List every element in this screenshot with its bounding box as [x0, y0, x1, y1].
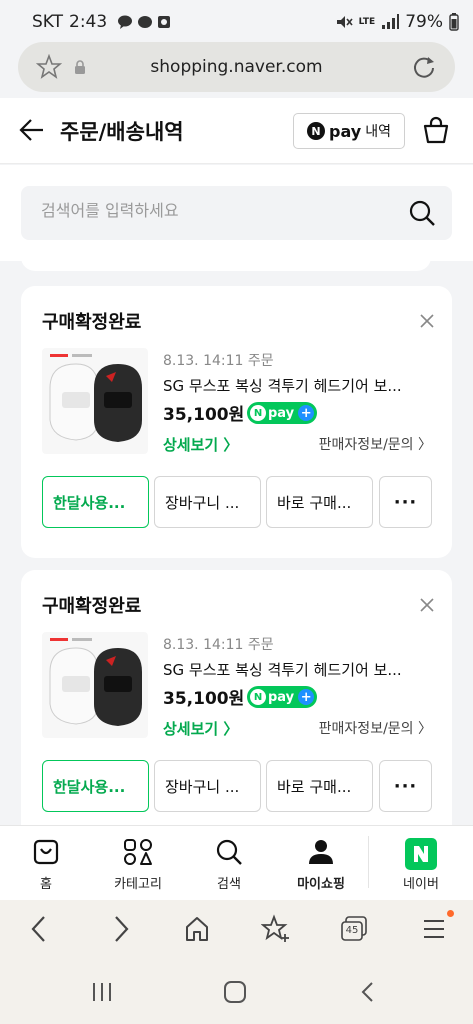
app-icon: [158, 16, 171, 28]
tab-naver[interactable]: 네이버: [376, 826, 466, 901]
npay-badge-label: pay: [268, 405, 295, 421]
talk-icon: [118, 15, 133, 29]
tabs-button[interactable]: 45: [340, 914, 368, 944]
address-bar[interactable]: shopping.naver.com: [18, 42, 455, 92]
chat-icon: [138, 16, 153, 28]
order-list[interactable]: 구매확정완료 8.13. 14:11 주문 SG 무스포 복싱 격투기 헤드기어…: [0, 261, 473, 825]
recent-apps-icon[interactable]: [90, 980, 114, 1004]
more-options-button[interactable]: ···: [379, 476, 432, 528]
signal-icon: [382, 14, 400, 29]
system-navigation: [0, 960, 473, 1024]
product-price: 35,100원: [163, 405, 245, 425]
url-text[interactable]: shopping.naver.com: [18, 57, 455, 77]
clock: 2:43: [69, 12, 108, 32]
headgear-image: [49, 354, 142, 442]
tab-my-shopping[interactable]: 마이쇼핑: [276, 826, 366, 901]
product-name[interactable]: SG 무스포 복싱 격투기 헤드기어 보...: [163, 659, 431, 680]
status-bar: SKT 2:43 LTE 79%: [0, 0, 473, 42]
buy-now-button[interactable]: 바로 구매...: [266, 760, 373, 812]
previous-card-edge: [21, 261, 431, 271]
add-to-cart-button[interactable]: 장바구니 ...: [154, 476, 261, 528]
search-section: [0, 165, 473, 261]
order-status: 구매확정완료: [42, 312, 142, 333]
close-icon[interactable]: [420, 314, 434, 328]
npay-history-button[interactable]: N pay 내역: [293, 113, 405, 149]
npay-plus-badge: N pay +: [247, 402, 317, 424]
reload-icon[interactable]: [411, 54, 437, 80]
battery-icon: [449, 13, 459, 31]
cart-icon[interactable]: [421, 115, 451, 145]
add-to-cart-button[interactable]: 장바구니 ...: [154, 760, 261, 812]
browser-home-icon[interactable]: [184, 914, 210, 944]
search-icon: [216, 839, 242, 865]
product-image[interactable]: [42, 632, 148, 738]
order-actions: 한달사용... 장바구니 ... 바로 구매... ···: [42, 476, 432, 528]
system-back-icon[interactable]: [358, 980, 378, 1004]
npay-n-icon: N: [250, 405, 266, 421]
seller-info-link[interactable]: 판매자정보/문의 〉: [319, 718, 432, 738]
more-options-button[interactable]: ···: [379, 760, 432, 812]
tab-label: 네이버: [403, 877, 439, 892]
tab-label: 검색: [217, 877, 241, 892]
browser-back-icon[interactable]: [28, 914, 50, 944]
bottom-tab-bar: 홈 카테고리 검색 마이쇼핑 네이버: [0, 825, 473, 900]
order-status: 구매확정완료: [42, 596, 142, 617]
search-box[interactable]: [21, 186, 452, 240]
detail-link[interactable]: 상세보기 〉: [163, 434, 238, 455]
plus-icon: +: [298, 689, 315, 705]
order-date: 8.13. 14:11 주문: [163, 353, 274, 369]
person-icon: [309, 840, 333, 864]
npay-badge-label: pay: [268, 689, 295, 705]
tab-count: 45: [345, 925, 359, 936]
close-icon[interactable]: [420, 598, 434, 612]
notification-dot: [447, 910, 454, 917]
browser-forward-icon[interactable]: [110, 914, 132, 944]
order-card: 구매확정완료 8.13. 14:11 주문 SG 무스포 복싱 격투기 헤드기어…: [21, 570, 452, 825]
seller-info-link[interactable]: 판매자정보/문의 〉: [319, 434, 432, 454]
product-price: 35,100원: [163, 689, 245, 709]
tab-label: 홈: [40, 877, 52, 892]
npay-n-icon: N: [250, 689, 266, 705]
search-icon[interactable]: [408, 199, 436, 227]
detail-link[interactable]: 상세보기 〉: [163, 718, 238, 739]
shopping-bag-icon: [33, 839, 59, 865]
tab-label: 카테고리: [114, 877, 162, 892]
page-title: 주문/배송내역: [60, 120, 184, 144]
tab-search[interactable]: 검색: [184, 826, 274, 901]
tab-home[interactable]: 홈: [1, 826, 91, 901]
bookmarks-icon[interactable]: [261, 914, 291, 944]
order-actions: 한달사용... 장바구니 ... 바로 구매... ···: [42, 760, 432, 812]
order-date: 8.13. 14:11 주문: [163, 637, 274, 653]
search-input[interactable]: [41, 201, 401, 220]
tab-label: 마이쇼핑: [297, 877, 345, 892]
product-image[interactable]: [42, 348, 148, 454]
order-card: 구매확정완료 8.13. 14:11 주문 SG 무스포 복싱 격투기 헤드기어…: [21, 286, 452, 558]
notification-icons: [117, 15, 171, 29]
tab-divider: [368, 836, 369, 888]
headgear-image: [49, 638, 142, 726]
npay-n-icon: N: [307, 122, 326, 140]
home-button-icon[interactable]: [223, 980, 247, 1004]
tab-category[interactable]: 카테고리: [93, 826, 183, 901]
naver-logo-icon: [405, 838, 437, 870]
plus-icon: +: [298, 405, 315, 421]
review-button[interactable]: 한달사용...: [42, 476, 149, 528]
category-grid-icon: [124, 839, 152, 865]
menu-icon[interactable]: [421, 914, 447, 944]
browser-toolbar: 45: [0, 900, 473, 960]
product-name[interactable]: SG 무스포 복싱 격투기 헤드기어 보...: [163, 375, 431, 396]
page-header: 주문/배송내역 N pay 내역: [0, 98, 473, 164]
mute-icon: [336, 16, 353, 28]
battery-level: 79%: [405, 12, 443, 32]
npay-plus-badge: N pay +: [247, 686, 317, 708]
network-type: LTE: [358, 16, 376, 27]
carrier: SKT: [32, 12, 64, 32]
npay-pay-label: pay: [329, 121, 362, 141]
back-arrow-icon[interactable]: [18, 116, 46, 144]
npay-history-label: 내역: [365, 124, 391, 140]
review-button[interactable]: 한달사용...: [42, 760, 149, 812]
buy-now-button[interactable]: 바로 구매...: [266, 476, 373, 528]
